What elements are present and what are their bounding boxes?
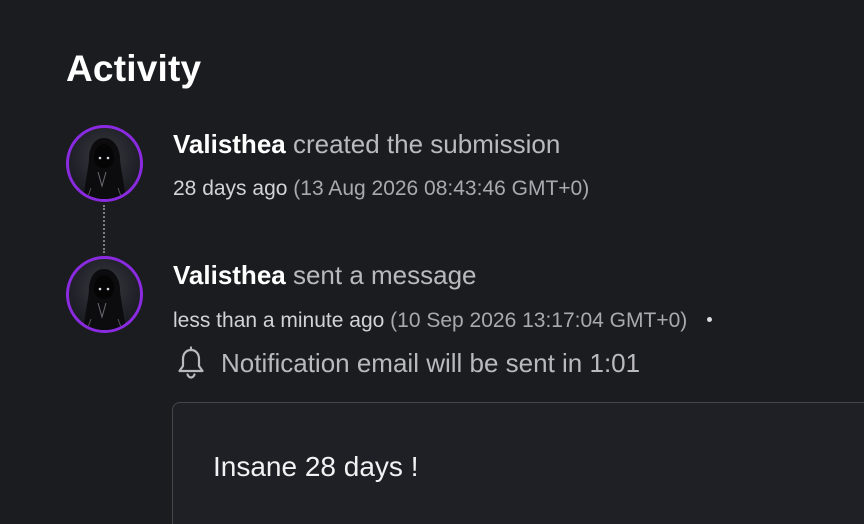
timeline-connector xyxy=(103,205,105,253)
event-relative-time: less than a minute ago xyxy=(173,309,385,332)
event-absolute-time: (13 Aug 2026 08:43:46 GMT+0) xyxy=(293,177,590,200)
message-card: Insane 28 days ! xyxy=(172,402,864,524)
message-body: Insane 28 days ! xyxy=(213,451,419,482)
user-avatar[interactable] xyxy=(66,125,143,202)
event-summary: Valisthea sent a message xyxy=(173,260,477,291)
event-relative-time: 28 days ago xyxy=(173,177,288,200)
event-action: created the submission xyxy=(292,129,561,159)
bell-icon xyxy=(178,346,204,379)
page-title: Activity xyxy=(66,48,202,89)
activity-page: Activity Valisthea created the submissio… xyxy=(0,0,864,524)
event-summary: Valisthea created the submission xyxy=(173,129,560,160)
hooded-figure-icon xyxy=(83,138,126,199)
user-avatar[interactable] xyxy=(66,256,143,333)
notification-text: Notification email will be sent in 1:01 xyxy=(221,347,641,378)
event-user-link[interactable]: Valisthea xyxy=(173,129,286,159)
hooded-figure-icon xyxy=(83,269,126,330)
event-user-link[interactable]: Valisthea xyxy=(173,260,286,290)
event-timestamp: 28 days ago (13 Aug 2026 08:43:46 GMT+0) xyxy=(173,177,589,201)
event-absolute-time: (10 Sep 2026 13:17:04 GMT+0) xyxy=(390,309,688,332)
event-timestamp: less than a minute ago (10 Sep 2026 13:1… xyxy=(173,309,713,333)
event-action: sent a message xyxy=(292,260,477,290)
notification-status: Notification email will be sent in 1:01 xyxy=(176,346,640,380)
separator-dot xyxy=(707,316,713,322)
